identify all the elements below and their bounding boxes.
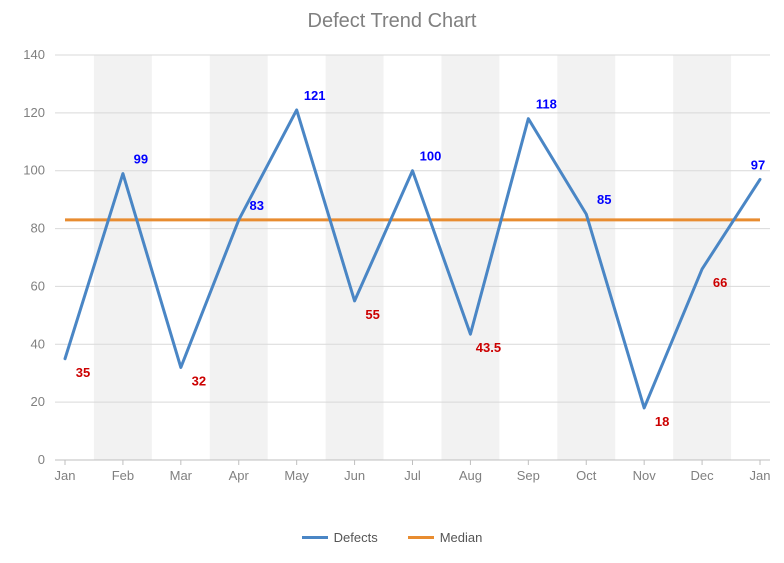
svg-text:55: 55 [365,307,379,322]
legend-label-median: Median [440,530,483,545]
svg-text:18: 18 [655,414,669,429]
svg-text:Feb: Feb [112,468,134,483]
svg-text:85: 85 [597,192,611,207]
svg-text:120: 120 [23,105,45,120]
svg-text:Apr: Apr [229,468,250,483]
legend-item-median: Median [408,530,483,545]
svg-text:Jan: Jan [750,468,771,483]
svg-text:83: 83 [250,198,264,213]
svg-text:43.5: 43.5 [476,340,501,355]
svg-text:Oct: Oct [576,468,597,483]
svg-text:100: 100 [23,163,45,178]
svg-text:100: 100 [420,149,442,164]
svg-text:0: 0 [38,452,45,467]
svg-text:97: 97 [751,157,765,172]
svg-text:Mar: Mar [170,468,193,483]
svg-text:Nov: Nov [633,468,657,483]
svg-text:35: 35 [76,365,90,380]
svg-text:60: 60 [31,278,45,293]
svg-text:Jul: Jul [404,468,421,483]
svg-text:Jan: Jan [55,468,76,483]
svg-text:80: 80 [31,221,45,236]
chart-container: Defect Trend Chart 020406080100120140Jan… [0,0,784,563]
legend-swatch-median [408,536,434,539]
legend-item-defects: Defects [302,530,378,545]
svg-text:66: 66 [713,275,727,290]
legend: Defects Median [0,530,784,545]
svg-text:140: 140 [23,47,45,62]
svg-text:118: 118 [536,97,557,112]
svg-text:Aug: Aug [459,468,482,483]
svg-text:121: 121 [304,88,326,103]
svg-text:20: 20 [31,394,45,409]
chart-plot: 0 20 40 60 80 100 120 140 Jan Feb Mar Apr May Jun Jul A… [0,0,784,563]
legend-swatch-defects [302,536,328,539]
svg-text:Jun: Jun [344,468,365,483]
svg-text:40: 40 [31,336,45,351]
svg-text:99: 99 [134,152,148,167]
svg-text:May: May [284,468,309,483]
svg-text:32: 32 [192,373,206,388]
legend-label-defects: Defects [334,530,378,545]
svg-text:Dec: Dec [691,468,715,483]
svg-text:Sep: Sep [517,468,540,483]
